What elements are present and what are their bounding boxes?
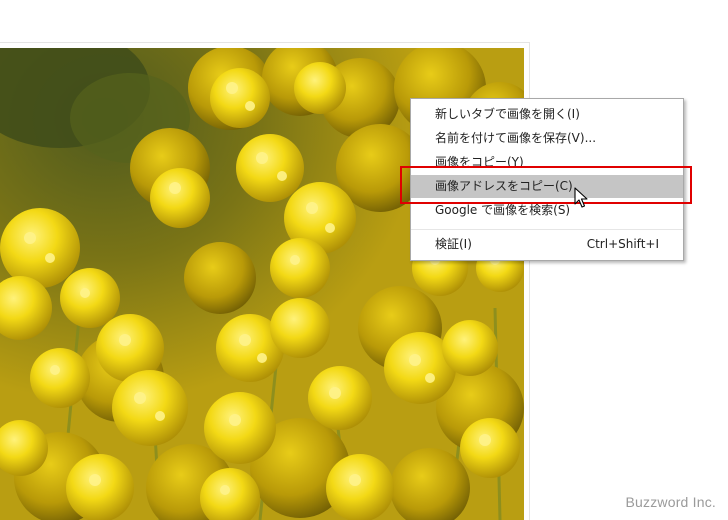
menu-item-label: Google で画像を検索(S) xyxy=(435,203,571,217)
menu-item-shortcut: Ctrl+Shift+I xyxy=(586,237,659,251)
menu-item-inspect[interactable]: 検証(I) Ctrl+Shift+I xyxy=(411,233,683,256)
mouse-cursor-icon xyxy=(574,187,588,208)
menu-item-label: 名前を付けて画像を保存(V)... xyxy=(435,131,597,145)
menu-item-label: 検証(I) xyxy=(435,237,472,251)
annotation-highlight-box xyxy=(400,166,692,204)
watermark: Buzzword Inc. xyxy=(625,494,716,510)
menu-item-label: 新しいタブで画像を開く(I) xyxy=(435,107,580,121)
menu-separator xyxy=(411,229,683,230)
screen: 新しいタブで画像を開く(I) 名前を付けて画像を保存(V)... 画像をコピー(… xyxy=(0,0,728,520)
menu-item-open-image-new-tab[interactable]: 新しいタブで画像を開く(I) xyxy=(411,103,683,126)
menu-item-save-image-as[interactable]: 名前を付けて画像を保存(V)... xyxy=(411,127,683,150)
